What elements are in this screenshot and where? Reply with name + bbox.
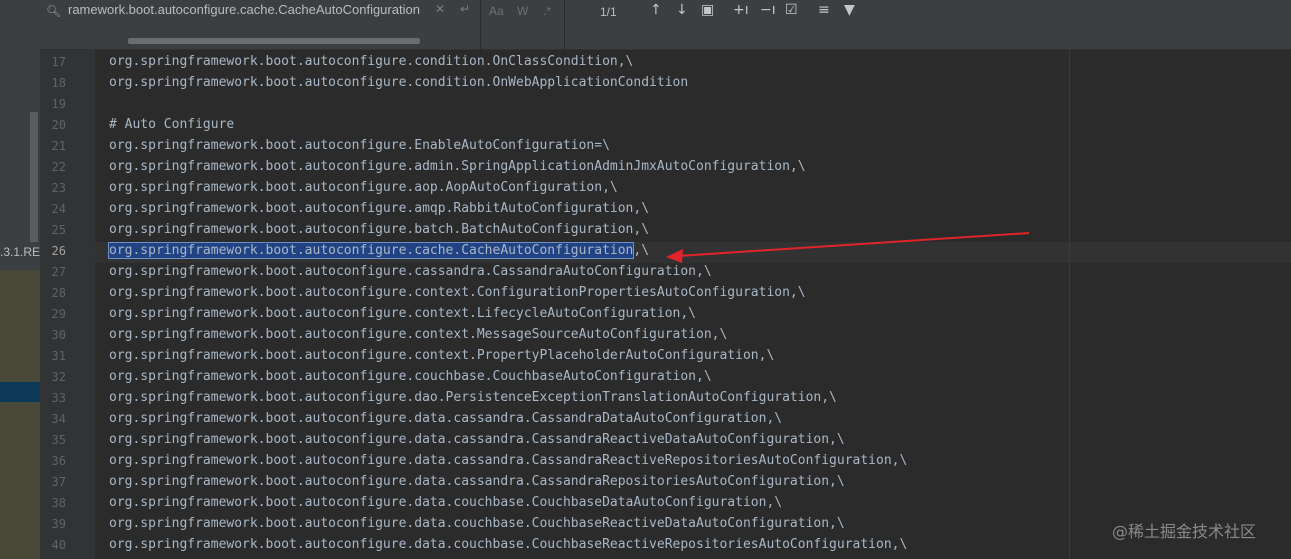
annotation-arrow <box>666 232 1030 263</box>
watermark: @稀土掘金技术社区 <box>1112 522 1257 541</box>
